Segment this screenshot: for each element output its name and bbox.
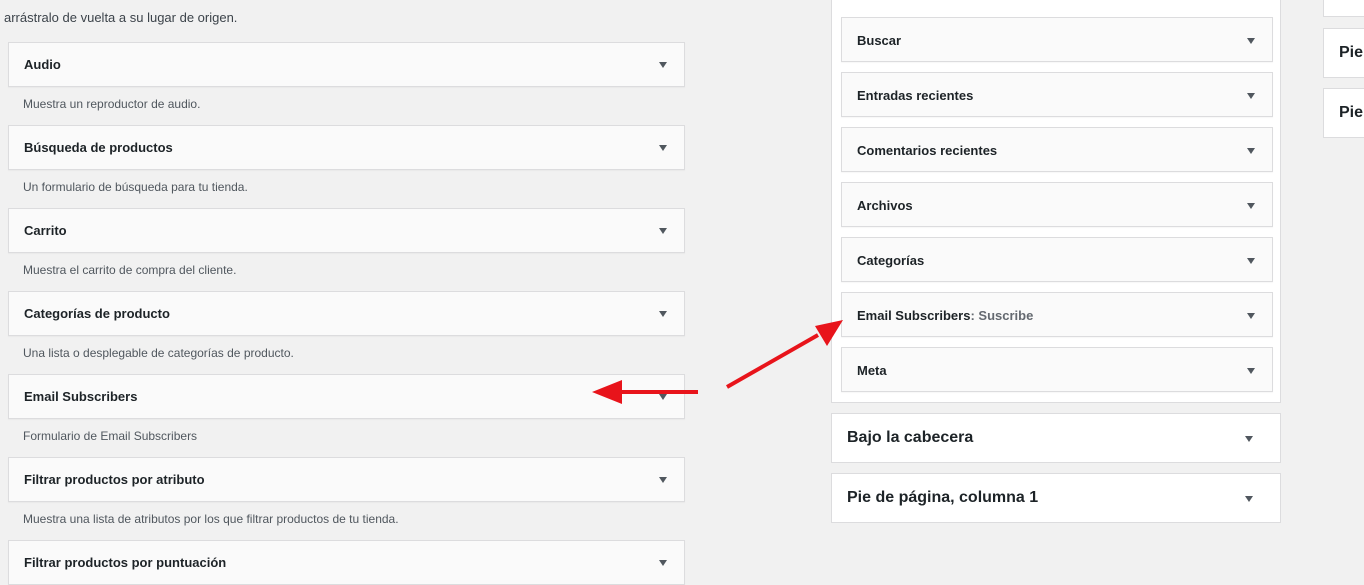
widget-title: Meta	[857, 363, 887, 378]
widget-description: Muestra un reproductor de audio.	[23, 97, 201, 111]
widget-filter-by-attribute[interactable]: Filtrar productos por atributo	[8, 457, 685, 502]
widget-instance-title: : Suscribe	[970, 308, 1034, 323]
instruction-text: arrástralo de vuelta a su lugar de orige…	[4, 10, 238, 25]
widget-title: Categorías de producto	[24, 306, 170, 321]
widget-area-right-footer-2[interactable]: Pie	[1323, 88, 1364, 138]
sidebar-widget-recent-posts[interactable]: Entradas recientes	[841, 72, 1273, 117]
widget-title: Filtrar productos por atributo	[24, 472, 205, 487]
sidebar-widget-archives[interactable]: Archivos	[841, 182, 1273, 227]
widget-title: Filtrar productos por puntuación	[24, 555, 227, 570]
widget-title: Carrito	[24, 223, 67, 238]
widget-area-title: Pie	[1339, 44, 1364, 61]
widget-area-title: Pie	[1339, 104, 1364, 121]
widget-title: Entradas recientes	[857, 88, 974, 103]
caret-down-icon[interactable]	[1245, 496, 1253, 502]
caret-down-icon[interactable]	[1245, 436, 1253, 442]
caret-down-icon[interactable]	[1247, 368, 1255, 374]
widget-filter-by-rating[interactable]: Filtrar productos por puntuación	[8, 540, 685, 585]
widget-area-title: Bajo la cabecera	[847, 429, 974, 446]
sidebar-widget-meta[interactable]: Meta	[841, 347, 1273, 392]
widget-audio[interactable]: Audio	[8, 42, 685, 87]
caret-down-icon[interactable]	[659, 228, 667, 234]
caret-down-icon[interactable]	[1247, 203, 1255, 209]
widget-area-below-header[interactable]: Bajo la cabecera	[831, 413, 1281, 463]
caret-down-icon[interactable]	[659, 311, 667, 317]
widget-area-right-footer-1[interactable]: Pie	[1323, 28, 1364, 78]
caret-down-icon[interactable]	[659, 394, 667, 400]
sidebar-widget-email-subscribers[interactable]: Email Subscribers: Suscribe	[841, 292, 1273, 337]
widget-title: Email Subscribers	[24, 389, 138, 404]
sidebar-widget-area: Buscar Entradas recientes Comentarios re…	[831, 0, 1281, 403]
widget-area-right-top[interactable]	[1323, 0, 1364, 17]
widget-description: Una lista o desplegable de categorías de…	[23, 346, 294, 360]
widget-description: Un formulario de búsqueda para tu tienda…	[23, 180, 248, 194]
widget-description: Formulario de Email Subscribers	[23, 429, 198, 443]
widget-cart[interactable]: Carrito	[8, 208, 685, 253]
sidebar-widget-categories[interactable]: Categorías	[841, 237, 1273, 282]
widget-area-title: Pie de página, columna 1	[847, 489, 1039, 506]
caret-down-icon[interactable]	[1247, 38, 1255, 44]
widget-title: Audio	[24, 57, 61, 72]
caret-down-icon[interactable]	[659, 477, 667, 483]
widget-product-categories[interactable]: Categorías de producto	[8, 291, 685, 336]
sidebar-widget-search[interactable]: Buscar	[841, 17, 1273, 62]
widget-area-footer-column-1[interactable]: Pie de página, columna 1	[831, 473, 1281, 523]
widget-description: Muestra una lista de atributos por los q…	[23, 512, 399, 526]
widget-product-search[interactable]: Búsqueda de productos	[8, 125, 685, 170]
caret-down-icon[interactable]	[1247, 148, 1255, 154]
annotation-arrow-right	[726, 320, 843, 389]
widget-title: Búsqueda de productos	[24, 140, 173, 155]
caret-down-icon[interactable]	[1247, 258, 1255, 264]
available-widgets-list: Audio Muestra un reproductor de audio. B…	[8, 42, 685, 585]
widget-title: Categorías	[857, 253, 925, 268]
widget-description: Muestra el carrito de compra del cliente…	[23, 263, 237, 277]
widget-title: Email Subscribers: Suscribe	[857, 308, 1034, 323]
caret-down-icon[interactable]	[659, 145, 667, 151]
caret-down-icon[interactable]	[1247, 313, 1255, 319]
widget-email-subscribers[interactable]: Email Subscribers	[8, 374, 685, 419]
caret-down-icon[interactable]	[659, 62, 667, 68]
widget-title: Buscar	[857, 33, 902, 48]
caret-down-icon[interactable]	[659, 560, 667, 566]
sidebar-widget-recent-comments[interactable]: Comentarios recientes	[841, 127, 1273, 172]
widget-title: Comentarios recientes	[857, 143, 998, 158]
widget-title: Archivos	[857, 198, 913, 213]
caret-down-icon[interactable]	[1247, 93, 1255, 99]
